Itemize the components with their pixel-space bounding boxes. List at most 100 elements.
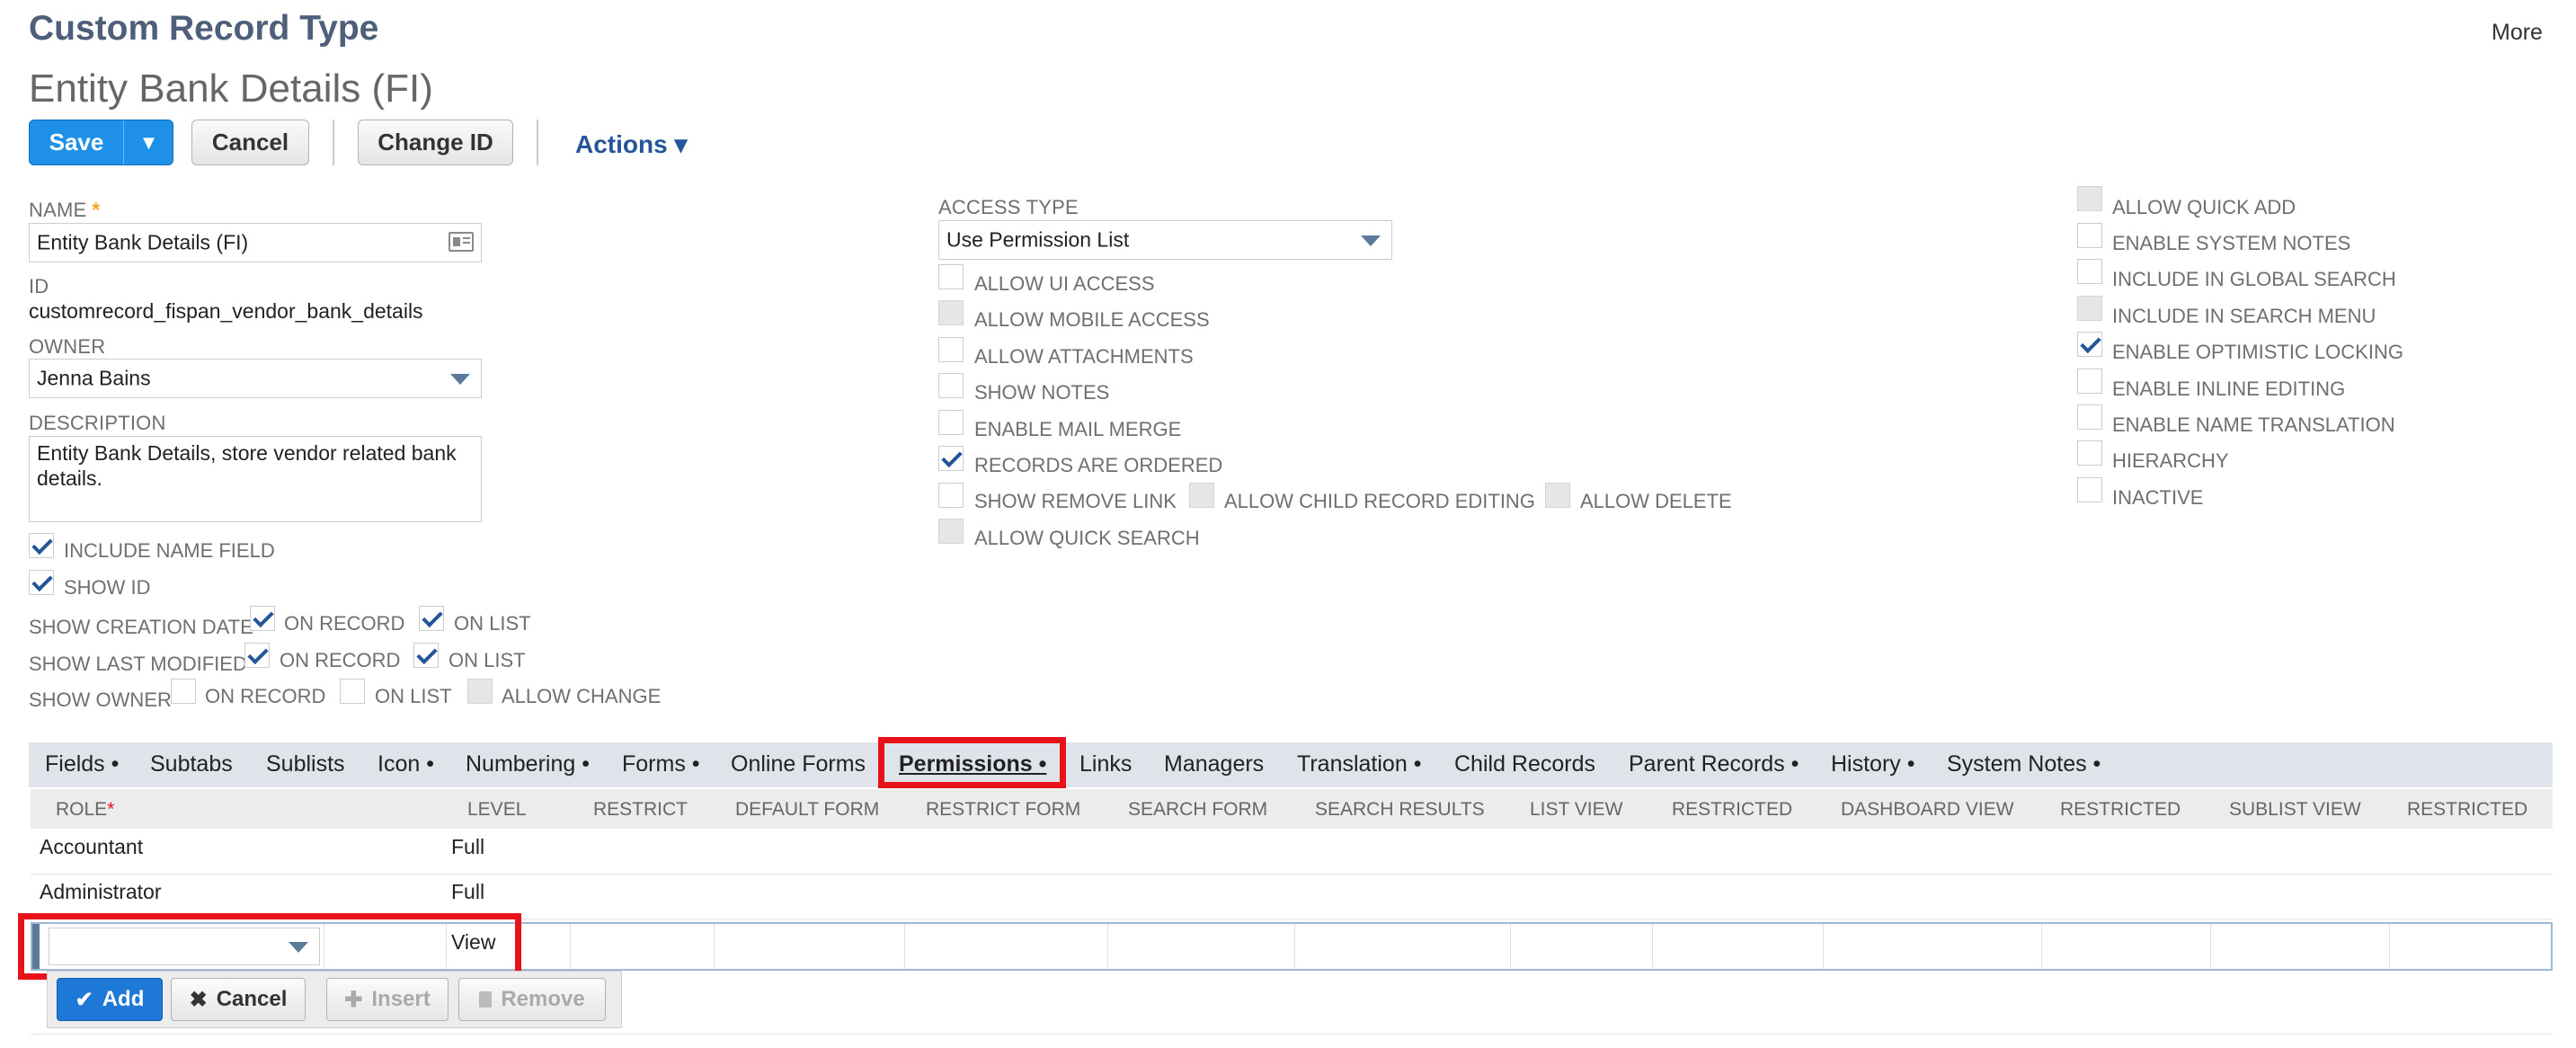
tab-child-records[interactable]: Child Records (1454, 751, 1595, 777)
column-default-form: DEFAULT FORM (735, 799, 880, 820)
close-icon: ✖ (189, 987, 208, 1012)
allow-quick-search-checkbox[interactable] (938, 519, 964, 544)
column-list-view: LIST VIEW (1530, 799, 1623, 820)
allow-attachments-label: ALLOW ATTACHMENTS (974, 345, 1194, 368)
on-list-label: ON LIST (454, 612, 531, 635)
add-line-button[interactable]: ✔ Add (57, 978, 163, 1021)
enable-mail-merge-checkbox[interactable] (938, 410, 964, 435)
last-modified-on-list-checkbox[interactable] (413, 643, 439, 668)
owner-on-list-checkbox[interactable] (340, 679, 365, 704)
tab-parent-records[interactable]: Parent Records • (1629, 751, 1799, 777)
tab-subtabs[interactable]: Subtabs (150, 751, 233, 777)
allow-quick-add-checkbox[interactable] (2077, 186, 2102, 211)
column-restrict: RESTRICT (593, 799, 688, 820)
list-view-edit-cell (1510, 924, 1653, 969)
tab-links[interactable]: Links (1079, 751, 1132, 777)
enable-inline-editing-checkbox[interactable] (2077, 369, 2102, 394)
tab-online-forms[interactable]: Online Forms (731, 751, 866, 777)
include-in-search-menu-checkbox[interactable] (2077, 296, 2102, 321)
column-search-results: SEARCH RESULTS (1315, 799, 1485, 820)
role-cell: Administrator (40, 880, 162, 903)
tab-sublists[interactable]: Sublists (266, 751, 345, 777)
toolbar-divider (333, 120, 334, 165)
allow-attachments-checkbox[interactable] (938, 337, 964, 362)
allow-child-record-editing-label: ALLOW CHILD RECORD EDITING (1224, 490, 1535, 512)
tab-history[interactable]: History • (1831, 751, 1914, 777)
chevron-down-icon (450, 374, 470, 385)
description-textarea[interactable]: Entity Bank Details, store vendor relate… (29, 436, 482, 522)
insert-line-button[interactable]: ✚ Insert (326, 978, 449, 1021)
tab-managers[interactable]: Managers (1164, 751, 1264, 777)
show-notes-checkbox[interactable] (938, 373, 964, 398)
description-label: DESCRIPTION (29, 412, 166, 434)
show-notes-label: SHOW NOTES (974, 381, 1110, 404)
save-button[interactable]: Save (30, 120, 123, 164)
allow-delete-checkbox[interactable] (1545, 483, 1570, 508)
access-type-select[interactable]: Use Permission List (938, 220, 1392, 260)
dropdown-triangle-icon: ▼ (138, 130, 159, 154)
allow-change-label: ALLOW CHANGE (502, 685, 662, 707)
tab-translation[interactable]: Translation • (1297, 751, 1421, 777)
creation-date-on-record-checkbox[interactable] (250, 606, 275, 631)
show-id-checkbox[interactable] (29, 570, 54, 595)
more-link[interactable]: More (2492, 20, 2543, 46)
restricted-edit-cell (1652, 924, 1824, 969)
include-name-field-label: INCLUDE NAME FIELD (64, 539, 275, 562)
hierarchy-label: HIERARCHY (2112, 449, 2229, 472)
tab-system-notes[interactable]: System Notes • (1947, 751, 2101, 777)
enable-optimistic-locking-label: ENABLE OPTIMISTIC LOCKING (2112, 341, 2403, 363)
show-remove-link-checkbox[interactable] (938, 483, 964, 508)
allow-child-record-editing-checkbox[interactable] (1189, 483, 1214, 508)
allow-delete-label: ALLOW DELETE (1580, 490, 1732, 512)
id-card-icon[interactable] (449, 232, 474, 252)
include-name-field-checkbox[interactable] (29, 533, 54, 558)
save-button-group[interactable]: Save ▼ (29, 120, 173, 165)
creation-date-on-list-checkbox[interactable] (419, 606, 444, 631)
owner-select[interactable]: Jenna Bains (29, 359, 482, 398)
actions-menu[interactable]: Actions ▾ (575, 129, 688, 159)
on-list-label: ON LIST (449, 649, 526, 671)
tab-icon[interactable]: Icon • (378, 751, 434, 777)
enable-optimistic-locking-checkbox[interactable] (2077, 332, 2102, 357)
column-role: ROLE* (56, 799, 115, 820)
allow-ui-access-label: ALLOW UI ACCESS (974, 272, 1155, 295)
cancel-button[interactable]: Cancel (191, 120, 309, 165)
on-record-label: ON RECORD (205, 685, 326, 707)
access-type-label: ACCESS TYPE (938, 196, 1079, 218)
table-row[interactable] (31, 829, 2553, 875)
on-record-label: ON RECORD (280, 649, 401, 671)
records-are-ordered-checkbox[interactable] (938, 446, 964, 471)
cancel-line-button[interactable]: ✖ Cancel (171, 978, 306, 1021)
restrict-form-edit-cell (904, 924, 1108, 969)
toolbar-divider (537, 120, 538, 165)
allow-mobile-access-checkbox[interactable] (938, 300, 964, 325)
allow-mobile-access-label: ALLOW MOBILE ACCESS (974, 308, 1210, 331)
remove-line-button[interactable]: Remove (458, 978, 606, 1021)
allow-ui-access-checkbox[interactable] (938, 264, 964, 289)
owner-allow-change-checkbox[interactable] (467, 679, 493, 704)
sublist-view-edit-cell (2210, 924, 2390, 969)
last-modified-on-record-checkbox[interactable] (244, 643, 270, 668)
tab-numbering[interactable]: Numbering • (466, 751, 590, 777)
save-menu-button[interactable]: ▼ (123, 120, 173, 164)
column-restricted: RESTRICTED (2407, 799, 2528, 820)
enable-system-notes-label: ENABLE SYSTEM NOTES (2112, 232, 2351, 254)
include-in-global-search-label: INCLUDE IN GLOBAL SEARCH (2112, 268, 2396, 290)
search-results-edit-cell (1294, 924, 1511, 969)
name-input[interactable]: Entity Bank Details (FI) (29, 223, 482, 262)
trash-icon (479, 991, 493, 1008)
include-in-global-search-checkbox[interactable] (2077, 259, 2102, 284)
restricted-edit-cell (2041, 924, 2211, 969)
inactive-checkbox[interactable] (2077, 477, 2102, 502)
on-record-label: ON RECORD (284, 612, 405, 635)
enable-system-notes-checkbox[interactable] (2077, 223, 2102, 248)
owner-on-record-checkbox[interactable] (171, 679, 196, 704)
tab-forms[interactable]: Forms • (622, 751, 700, 777)
hierarchy-checkbox[interactable] (2077, 440, 2102, 466)
enable-name-translation-checkbox[interactable] (2077, 404, 2102, 430)
show-owner-label: SHOW OWNER (29, 688, 172, 711)
search-form-edit-cell (1107, 924, 1295, 969)
enable-inline-editing-label: ENABLE INLINE EDITING (2112, 377, 2346, 400)
change-id-button[interactable]: Change ID (358, 120, 513, 165)
tab-fields[interactable]: Fields • (45, 751, 119, 777)
